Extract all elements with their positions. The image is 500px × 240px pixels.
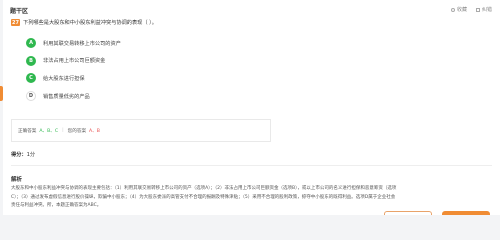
answer-summary: 正确答案 A、B、C | 您的答案 A、B (11, 119, 271, 142)
toolbar: 收藏 纠错 (450, 6, 492, 13)
option-a[interactable]: A 利用其联交易转移上市公司的资产 (26, 38, 121, 48)
bottom-buttons (384, 211, 490, 215)
question-text: 下列哪些是大股东和中小股东利益冲突与协调的表现（ ）。 (23, 20, 157, 26)
correct-error-button[interactable]: 纠错 (475, 6, 492, 13)
section-title: 题干区 (10, 8, 29, 15)
analysis-text: 大股东和中小股东利益冲突与协调的表现主要包括：（1）利用其联交易转移上市公司的资… (11, 185, 496, 211)
next-button[interactable] (442, 211, 490, 215)
favorite-button[interactable]: 收藏 (450, 6, 467, 13)
analysis-line: 责任与利益冲突。所，本题正确答案为ABC。 (11, 203, 102, 208)
option-letter: D (26, 91, 36, 102)
option-text: 销售质量低劣的产品 (43, 93, 90, 100)
option-text: 利用其联交易转移上市公司的资产 (43, 40, 121, 47)
favorite-icon (450, 7, 455, 12)
answer-divider: | (62, 128, 64, 133)
option-letter: A (26, 38, 36, 48)
analysis-line: C）；（3）通过发布虚假信息进行股价操纵，欺骗中小股东；（4）为大股东委派的高管… (11, 194, 396, 200)
question-stem: 27 下列哪些是大股东和中小股东利益冲突与协调的表现（ ）。 (11, 19, 157, 26)
favorite-label: 收藏 (456, 7, 467, 13)
options-list: A 利用其联交易转移上市公司的资产 B 非法占用上市公司巨额资金 C 给大股东进… (26, 38, 121, 109)
score-label: 得分： (11, 152, 27, 158)
my-answer-value: A、B (89, 128, 100, 134)
correct-error-icon (475, 7, 480, 12)
previous-button[interactable] (384, 211, 432, 215)
option-letter: C (26, 73, 36, 84)
question-card: 题干区 收藏 纠错 27 下列哪些是大股东和中小股东利益冲突与协调的表现（ ）。… (3, 0, 500, 215)
option-letter: B (26, 55, 36, 66)
header: 题干区 收藏 纠错 (10, 6, 492, 16)
option-text: 给大股东进行担保 (43, 75, 85, 82)
analysis-line: 大股东和中小股东利益冲突与协调的表现主要包括：（1）利用其联交易转移上市公司的资… (11, 186, 397, 191)
score-value: 1分 (26, 152, 36, 158)
analysis-title: 解析 (11, 177, 23, 183)
option-b[interactable]: B 非法占用上市公司巨额资金 (26, 55, 121, 66)
divider (11, 165, 492, 166)
my-answer-label: 您的答案 (67, 128, 87, 134)
correct-answer-value: A、B、C (39, 128, 59, 134)
correct-answer-label: 正确答案 (18, 128, 37, 134)
option-d[interactable]: D 销售质量低劣的产品 (26, 91, 121, 102)
option-text: 非法占用上市公司巨额资金 (43, 58, 106, 65)
score: 得分：1分 (11, 151, 35, 158)
question-number-badge: 27 (11, 19, 20, 26)
option-c[interactable]: C 给大股东进行担保 (26, 73, 121, 84)
correct-error-label: 纠错 (481, 7, 492, 13)
